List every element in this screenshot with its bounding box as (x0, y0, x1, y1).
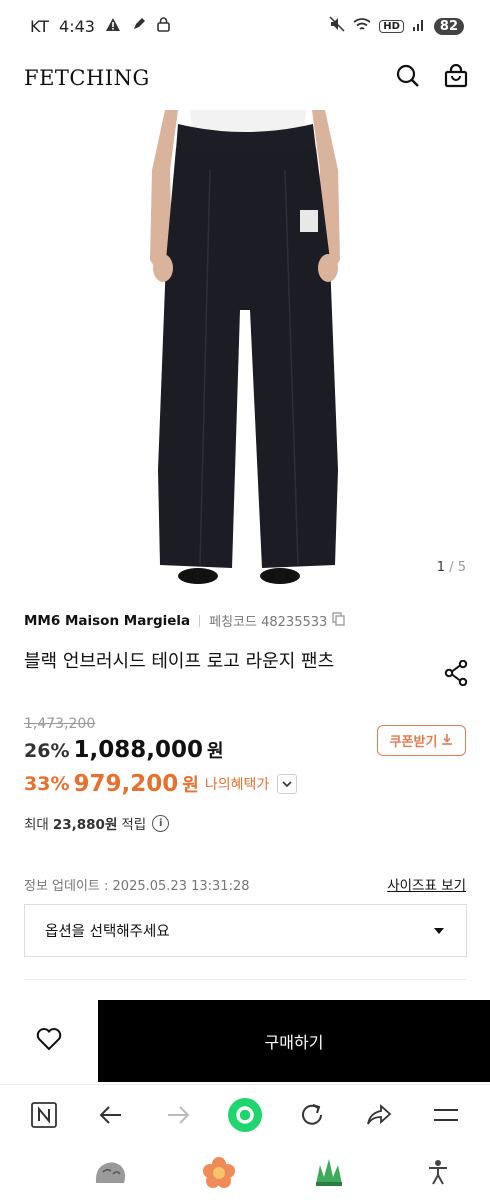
size-chart-link[interactable]: 사이즈표 보기 (387, 874, 466, 894)
menu-icon[interactable] (426, 1095, 466, 1135)
product-title: 블랙 언브러시드 테이프 로고 라운지 팬츠 (24, 651, 335, 672)
heart-icon (36, 1027, 62, 1055)
system-nav-bar (0, 1144, 490, 1200)
wifi-icon (353, 17, 371, 36)
copy-icon[interactable] (332, 611, 345, 630)
product-code: 페칭코드 48235533 (209, 615, 328, 630)
search-icon[interactable] (396, 64, 420, 92)
battery-badge: 82 (433, 17, 464, 35)
image-counter: 1 / 5 (437, 560, 466, 575)
logo[interactable]: FETCHING (24, 66, 150, 90)
coupon-label: 쿠폰받기 (389, 735, 438, 750)
carrier: KT (30, 16, 50, 36)
benefit-discount-rate: 33% (24, 773, 70, 795)
rock-sticker-icon[interactable] (90, 1152, 130, 1192)
sale-price-row: 26% 1,088,000 원 (24, 737, 224, 763)
lock-icon (157, 16, 170, 36)
share-icon[interactable] (444, 659, 468, 690)
info-icon[interactable]: i (152, 814, 170, 832)
product-image[interactable] (0, 110, 490, 590)
forward-arrow-icon[interactable] (158, 1095, 198, 1135)
benefit-currency-unit: 원 (182, 775, 199, 796)
share-arrow-icon[interactable] (359, 1095, 399, 1135)
original-price: 1,473,200 (24, 716, 96, 732)
discount-rate: 26% (24, 740, 70, 762)
brand-name[interactable]: MM6 Maison Margiela (24, 613, 190, 629)
clock: 4:43 (59, 16, 95, 36)
shopping-bag-icon[interactable] (444, 63, 468, 92)
app-header: FETCHING (0, 56, 490, 100)
chevron-down-icon[interactable] (277, 774, 298, 794)
status-bar: KT 4:43 HD 82 (0, 0, 490, 52)
warning-icon (105, 17, 121, 36)
download-icon (441, 733, 453, 749)
accessibility-icon[interactable] (418, 1152, 458, 1192)
back-arrow-icon[interactable] (91, 1095, 131, 1135)
option-placeholder: 옵션을 선택해주세요 (45, 924, 170, 940)
flower-sticker-icon[interactable] (199, 1152, 239, 1192)
green-dot-icon[interactable] (225, 1095, 265, 1135)
browser-toolbar (0, 1084, 490, 1144)
sale-price: 1,088,000 (73, 737, 203, 763)
mute-icon (329, 16, 345, 36)
brand-row: MM6 Maison Margiela 페칭코드 48235533 (24, 611, 345, 630)
benefit-price-row: 33% 979,200 원 나의혜택가 (24, 771, 298, 797)
coupon-button[interactable]: 쿠폰받기 (377, 725, 466, 756)
image-counter-current: 1 (436, 560, 446, 575)
points-suffix: 적립 (121, 817, 147, 833)
points-prefix: 최대 (24, 817, 49, 833)
benefit-label: 나의혜택가 (204, 777, 270, 793)
image-counter-total: / 5 (449, 560, 466, 575)
points-row: 최대 23,880원 적립 i (24, 813, 170, 833)
refresh-icon[interactable] (292, 1095, 332, 1135)
update-timestamp: 정보 업데이트 : 2025.05.23 13:31:28 (24, 879, 250, 894)
section-divider (24, 979, 467, 980)
wishlist-button[interactable] (0, 1000, 98, 1082)
buy-bar: 구매하기 (0, 1000, 490, 1082)
divider (199, 614, 201, 627)
signal-icon (412, 17, 426, 36)
currency-unit: 원 (206, 741, 224, 762)
hd-badge: HD (379, 19, 404, 33)
benefit-price: 979,200 (73, 771, 179, 797)
dropdown-arrow-icon (434, 927, 444, 934)
plant-sticker-icon[interactable] (309, 1152, 349, 1192)
points-amount: 23,880원 (52, 817, 118, 833)
option-select[interactable]: 옵션을 선택해주세요 (24, 904, 467, 957)
buy-button[interactable]: 구매하기 (98, 1000, 490, 1082)
pen-icon (131, 16, 147, 36)
naver-home-icon[interactable] (24, 1095, 64, 1135)
